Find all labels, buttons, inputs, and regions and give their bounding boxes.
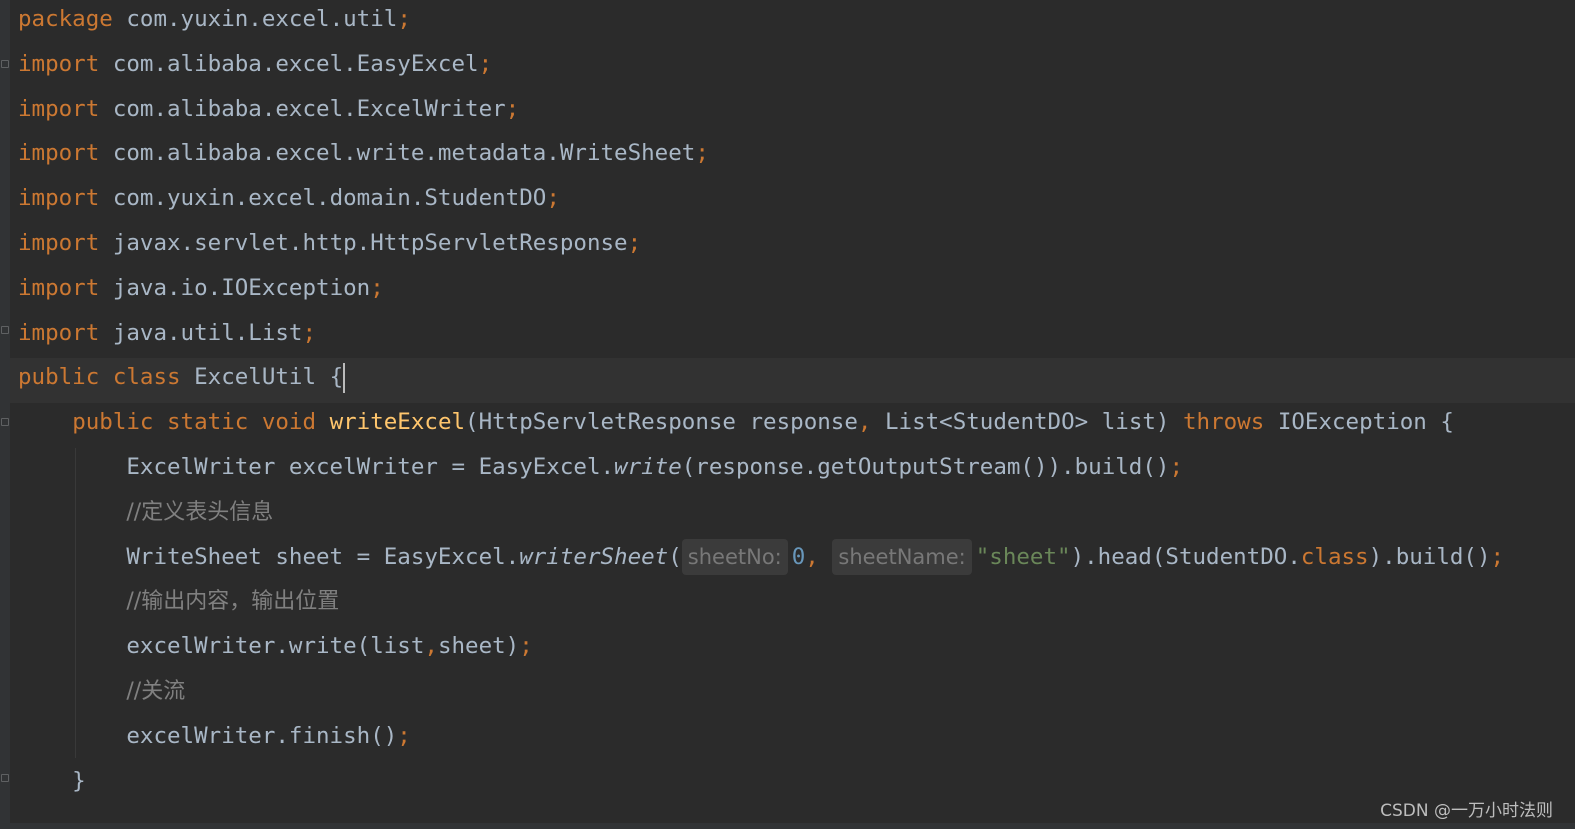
code-token: ; — [1169, 454, 1183, 480]
code-token: , — [805, 543, 833, 570]
code-token: //关流 — [126, 679, 186, 704]
parameter-hint: sheetName: — [832, 538, 972, 575]
code-token: throws — [1183, 409, 1265, 436]
code-line[interactable]: excelWriter.finish(); — [18, 717, 1575, 762]
code-token: ).build() — [1368, 543, 1491, 570]
code-token: writeExcel — [329, 409, 466, 436]
code-token: public static void — [72, 409, 317, 436]
code-token: ExcelWriter excelWriter = EasyExcel. — [18, 454, 615, 480]
code-token: ; — [1490, 543, 1505, 570]
code-token: import — [18, 319, 100, 346]
code-token: java.util.List — [99, 319, 303, 346]
code-token: java.io.IOException — [99, 274, 371, 301]
current-code-line[interactable]: public class ExcelUtil { — [10, 358, 1575, 404]
fold-marker-icon[interactable] — [1, 774, 9, 782]
code-token: ; — [397, 6, 411, 32]
code-line[interactable]: ExcelWriter excelWriter = EasyExcel.writ… — [18, 448, 1575, 493]
code-line[interactable]: //输出内容，输出位置 — [18, 582, 1575, 627]
code-line[interactable]: WriteSheet sheet = EasyExcel.writerSheet… — [18, 538, 1575, 583]
fold-marker-icon[interactable] — [1, 60, 9, 68]
code-line[interactable]: public static void writeExcel(HttpServle… — [18, 403, 1575, 448]
code-line[interactable]: package com.yuxin.excel.util; — [18, 0, 1575, 45]
code-token: ; — [546, 185, 560, 212]
code-token: , — [857, 409, 872, 436]
code-token: import — [18, 140, 100, 167]
code-editor[interactable]: package com.yuxin.excel.util; import com.… — [0, 0, 1575, 829]
code-token: ; — [302, 319, 317, 346]
code-line[interactable]: //关流 — [18, 672, 1575, 717]
code-token: writerSheet — [519, 543, 669, 570]
code-token: write — [614, 454, 682, 480]
code-token: ; — [505, 95, 520, 122]
code-token: "sheet" — [975, 543, 1071, 570]
code-line[interactable]: //定义表头信息 — [18, 493, 1575, 538]
code-token: package — [18, 6, 113, 32]
code-token: import — [18, 95, 100, 122]
code-token: WriteSheet sheet = EasyExcel. — [18, 543, 520, 570]
code-token: import — [18, 185, 100, 212]
code-token: (HttpServletResponse response — [465, 409, 858, 436]
watermark: CSDN @一万小时法则 — [1380, 801, 1553, 821]
code-token: import — [18, 50, 100, 77]
code-line[interactable]: import javax.servlet.http.HttpServletRes… — [18, 224, 1575, 269]
code-token: class — [1300, 543, 1369, 570]
code-token: } — [18, 767, 86, 794]
code-token: ; — [695, 140, 709, 167]
code-token: ; — [397, 722, 411, 749]
code-token: public class — [18, 364, 181, 391]
code-token: excelWriter.finish() — [18, 722, 398, 749]
code-line[interactable]: } — [18, 762, 1575, 807]
code-line[interactable]: import java.util.List; — [18, 314, 1575, 359]
code-token: ; — [627, 230, 642, 256]
code-line[interactable]: import java.io.IOException; — [18, 269, 1575, 314]
code-token: com.alibaba.excel.ExcelWriter — [99, 95, 506, 122]
fold-marker-icon[interactable] — [1, 418, 9, 426]
code-token: excelWriter.write(list — [18, 633, 425, 660]
code-token: List<StudentDO> list) — [871, 409, 1183, 436]
code-token: com.yuxin.excel.util — [112, 6, 398, 32]
text-caret — [343, 362, 346, 393]
code-token: javax.servlet.http.HttpServletResponse — [99, 230, 628, 256]
code-token: 0 — [791, 543, 806, 570]
code-token: ; — [478, 50, 493, 77]
code-token: (response.getOutputStream()).build() — [681, 454, 1170, 480]
code-line[interactable]: import com.alibaba.excel.EasyExcel; — [18, 45, 1575, 90]
code-token: ( — [668, 543, 682, 570]
code-token: com.alibaba.excel.EasyExcel — [99, 50, 479, 77]
code-token: //定义表头信息 — [126, 499, 274, 525]
code-token: import — [18, 230, 100, 256]
code-token: com.yuxin.excel.domain.StudentDO — [99, 185, 547, 212]
code-token: ExcelUtil { — [180, 364, 344, 391]
code-line[interactable]: import com.alibaba.excel.ExcelWriter; — [18, 90, 1575, 135]
code-token: , — [424, 633, 438, 660]
code-token: ).head(StudentDO. — [1070, 543, 1301, 570]
parameter-hint: sheetNo: — [681, 538, 788, 575]
code-token: ; — [519, 633, 533, 660]
fold-marker-icon[interactable] — [1, 326, 9, 334]
code-line[interactable]: import com.alibaba.excel.write.metadata.… — [18, 134, 1575, 179]
code-token: IOException { — [1264, 409, 1454, 436]
code-token: sheet) — [437, 633, 520, 660]
code-line[interactable]: excelWriter.write(list,sheet); — [18, 627, 1575, 672]
code-token: import — [18, 274, 100, 301]
code-token: //输出内容，输出位置 — [126, 589, 340, 615]
status-strip — [0, 823, 1575, 829]
code-token: ; — [370, 274, 384, 301]
gutter — [0, 0, 10, 829]
code-line[interactable]: import com.yuxin.excel.domain.StudentDO; — [18, 179, 1575, 224]
code-token: com.alibaba.excel.write.metadata.WriteSh… — [99, 140, 696, 167]
